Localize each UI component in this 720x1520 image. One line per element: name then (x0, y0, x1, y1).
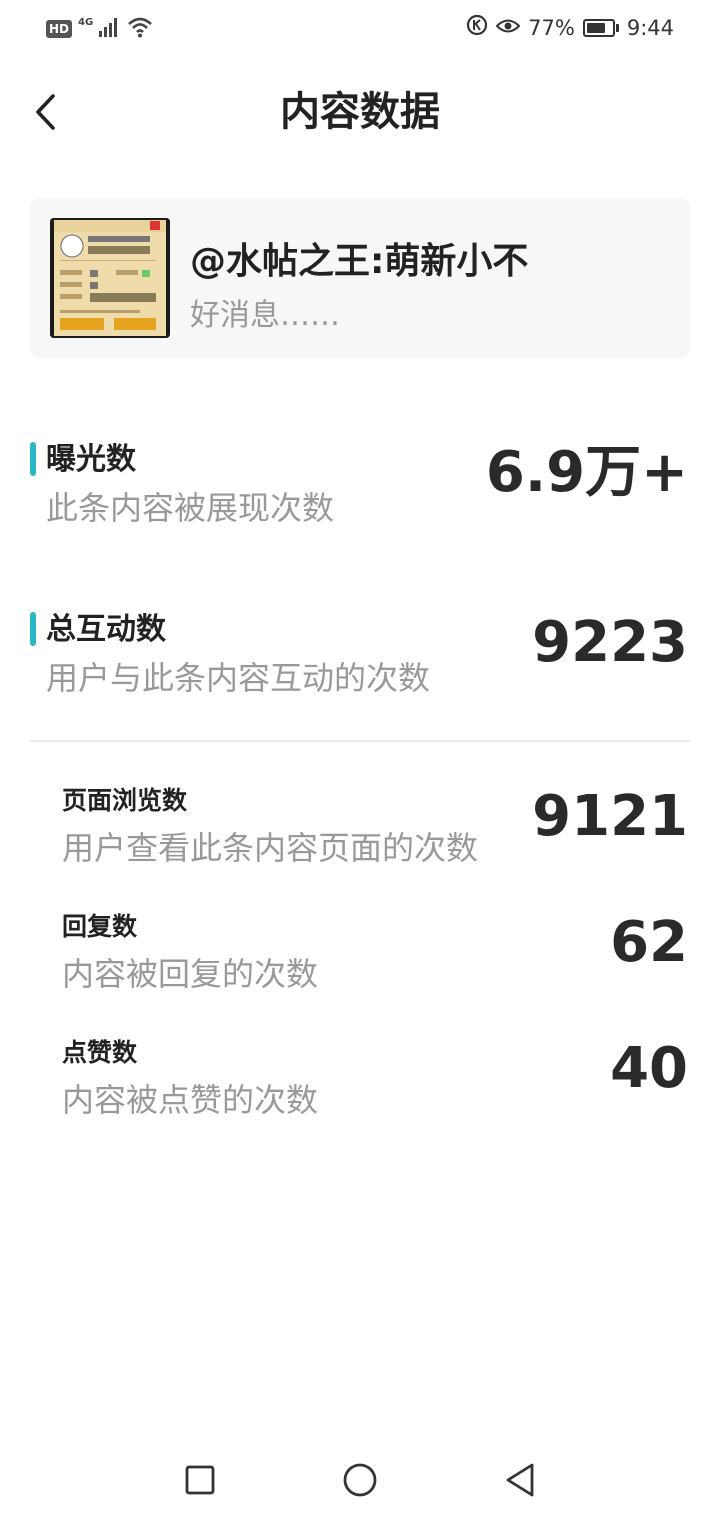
accent-bar (30, 612, 36, 646)
page-views-value: 9121 (532, 784, 688, 849)
data-saver-icon (466, 14, 488, 41)
exposure-value: 6.9万+ (485, 440, 688, 505)
accent-bar (30, 442, 36, 476)
home-button[interactable] (338, 1458, 382, 1502)
likes-value: 40 (610, 1036, 688, 1101)
replies-value: 62 (610, 910, 688, 975)
page-views-stat: 页面浏览数 用户查看此条内容页面的次数 9121 (0, 784, 720, 874)
interaction-stat: 总互动数 用户与此条内容互动的次数 9223 (0, 610, 720, 710)
square-icon (185, 1465, 215, 1495)
interaction-label: 总互动数 (46, 612, 166, 647)
wifi-icon (127, 16, 153, 42)
likes-stat: 点赞数 内容被点赞的次数 40 (0, 1036, 720, 1126)
recents-button[interactable] (178, 1458, 222, 1502)
system-nav-bar (0, 1440, 720, 1520)
post-thumbnail (50, 218, 170, 338)
status-bar-left: HD 4G (46, 16, 153, 42)
battery-percent: 77% (528, 15, 575, 40)
exposure-desc: 此条内容被展现次数 (46, 489, 335, 527)
replies-desc: 内容被回复的次数 (62, 955, 319, 993)
likes-label: 点赞数 (62, 1038, 138, 1067)
exposure-stat: 曝光数 此条内容被展现次数 6.9万+ (0, 440, 720, 540)
triangle-back-icon (506, 1463, 534, 1497)
nav-back-button[interactable] (498, 1458, 542, 1502)
content-data-page: HD 4G 77% 9:44 内容数据 @水帖之王:萌新小不 好消息…… 曝光数… (0, 0, 720, 1520)
status-bar: HD 4G 77% 9:44 (0, 0, 720, 60)
circle-icon (343, 1463, 377, 1497)
replies-stat: 回复数 内容被回复的次数 62 (0, 910, 720, 1000)
battery-icon (582, 18, 619, 37)
clock: 9:44 (626, 15, 674, 40)
interaction-value: 9223 (532, 610, 688, 675)
page-title: 内容数据 (280, 89, 440, 135)
post-excerpt: 好消息…… (190, 298, 340, 333)
network-type: 4G (78, 16, 94, 28)
divider (30, 740, 690, 742)
status-bar-right: 77% 9:44 (466, 14, 674, 41)
page-views-desc: 用户查看此条内容页面的次数 (62, 829, 479, 867)
post-card[interactable]: @水帖之王:萌新小不 好消息…… (30, 198, 690, 358)
replies-label: 回复数 (62, 912, 138, 941)
likes-desc: 内容被点赞的次数 (62, 1081, 319, 1119)
page-views-label: 页面浏览数 (62, 786, 188, 815)
eye-comfort-icon (495, 16, 521, 40)
interaction-desc: 用户与此条内容互动的次数 (46, 659, 431, 697)
signal-icon (99, 17, 121, 41)
exposure-label: 曝光数 (46, 442, 136, 477)
header: 内容数据 (0, 70, 720, 154)
hd-badge: HD (46, 20, 73, 38)
post-title: @水帖之王:萌新小不 (190, 241, 529, 282)
